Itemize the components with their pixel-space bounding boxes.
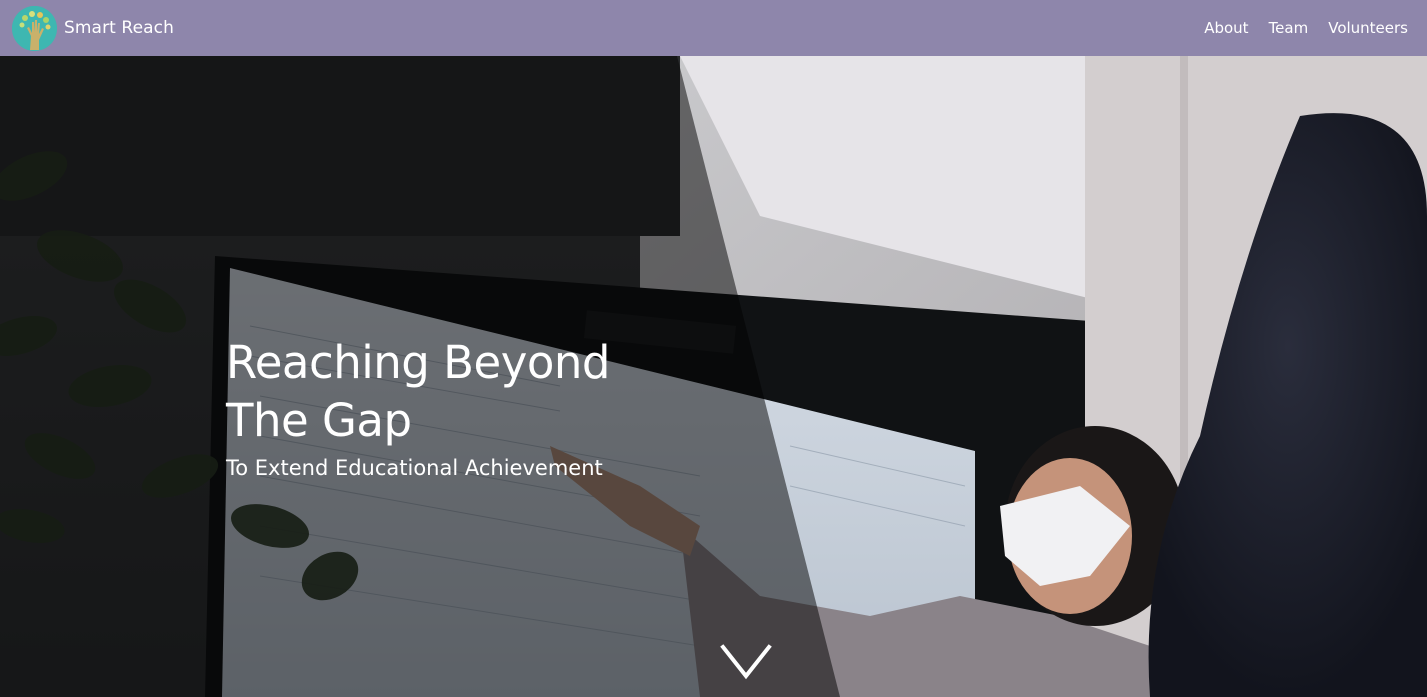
nav-link-about[interactable]: About [1204, 19, 1248, 37]
chevron-down-icon[interactable] [720, 644, 772, 680]
nav-links: About Team Volunteers [1184, 0, 1408, 56]
tree-hand-logo-icon [12, 5, 57, 51]
nav-link-volunteers[interactable]: Volunteers [1328, 19, 1408, 37]
hero-section: Reaching Beyond The Gap To Extend Educat… [0, 56, 1427, 697]
hero-subtitle: To Extend Educational Achievement [226, 456, 603, 480]
brand-name: Smart Reach [64, 18, 174, 38]
page: Smart Reach About Team Volunteers Reachi… [0, 0, 1427, 697]
brand-link[interactable]: Smart Reach [12, 4, 174, 52]
nav-link-team[interactable]: Team [1269, 19, 1309, 37]
hero-title: Reaching Beyond The Gap [226, 334, 686, 450]
hero-text-block: Reaching Beyond The Gap To Extend Educat… [226, 334, 686, 482]
navbar: Smart Reach About Team Volunteers [0, 0, 1427, 56]
hero-title-line-2: The Gap [226, 394, 412, 447]
hero-title-line-1: Reaching Beyond [226, 336, 610, 389]
hero-dark-overlay [0, 56, 840, 697]
